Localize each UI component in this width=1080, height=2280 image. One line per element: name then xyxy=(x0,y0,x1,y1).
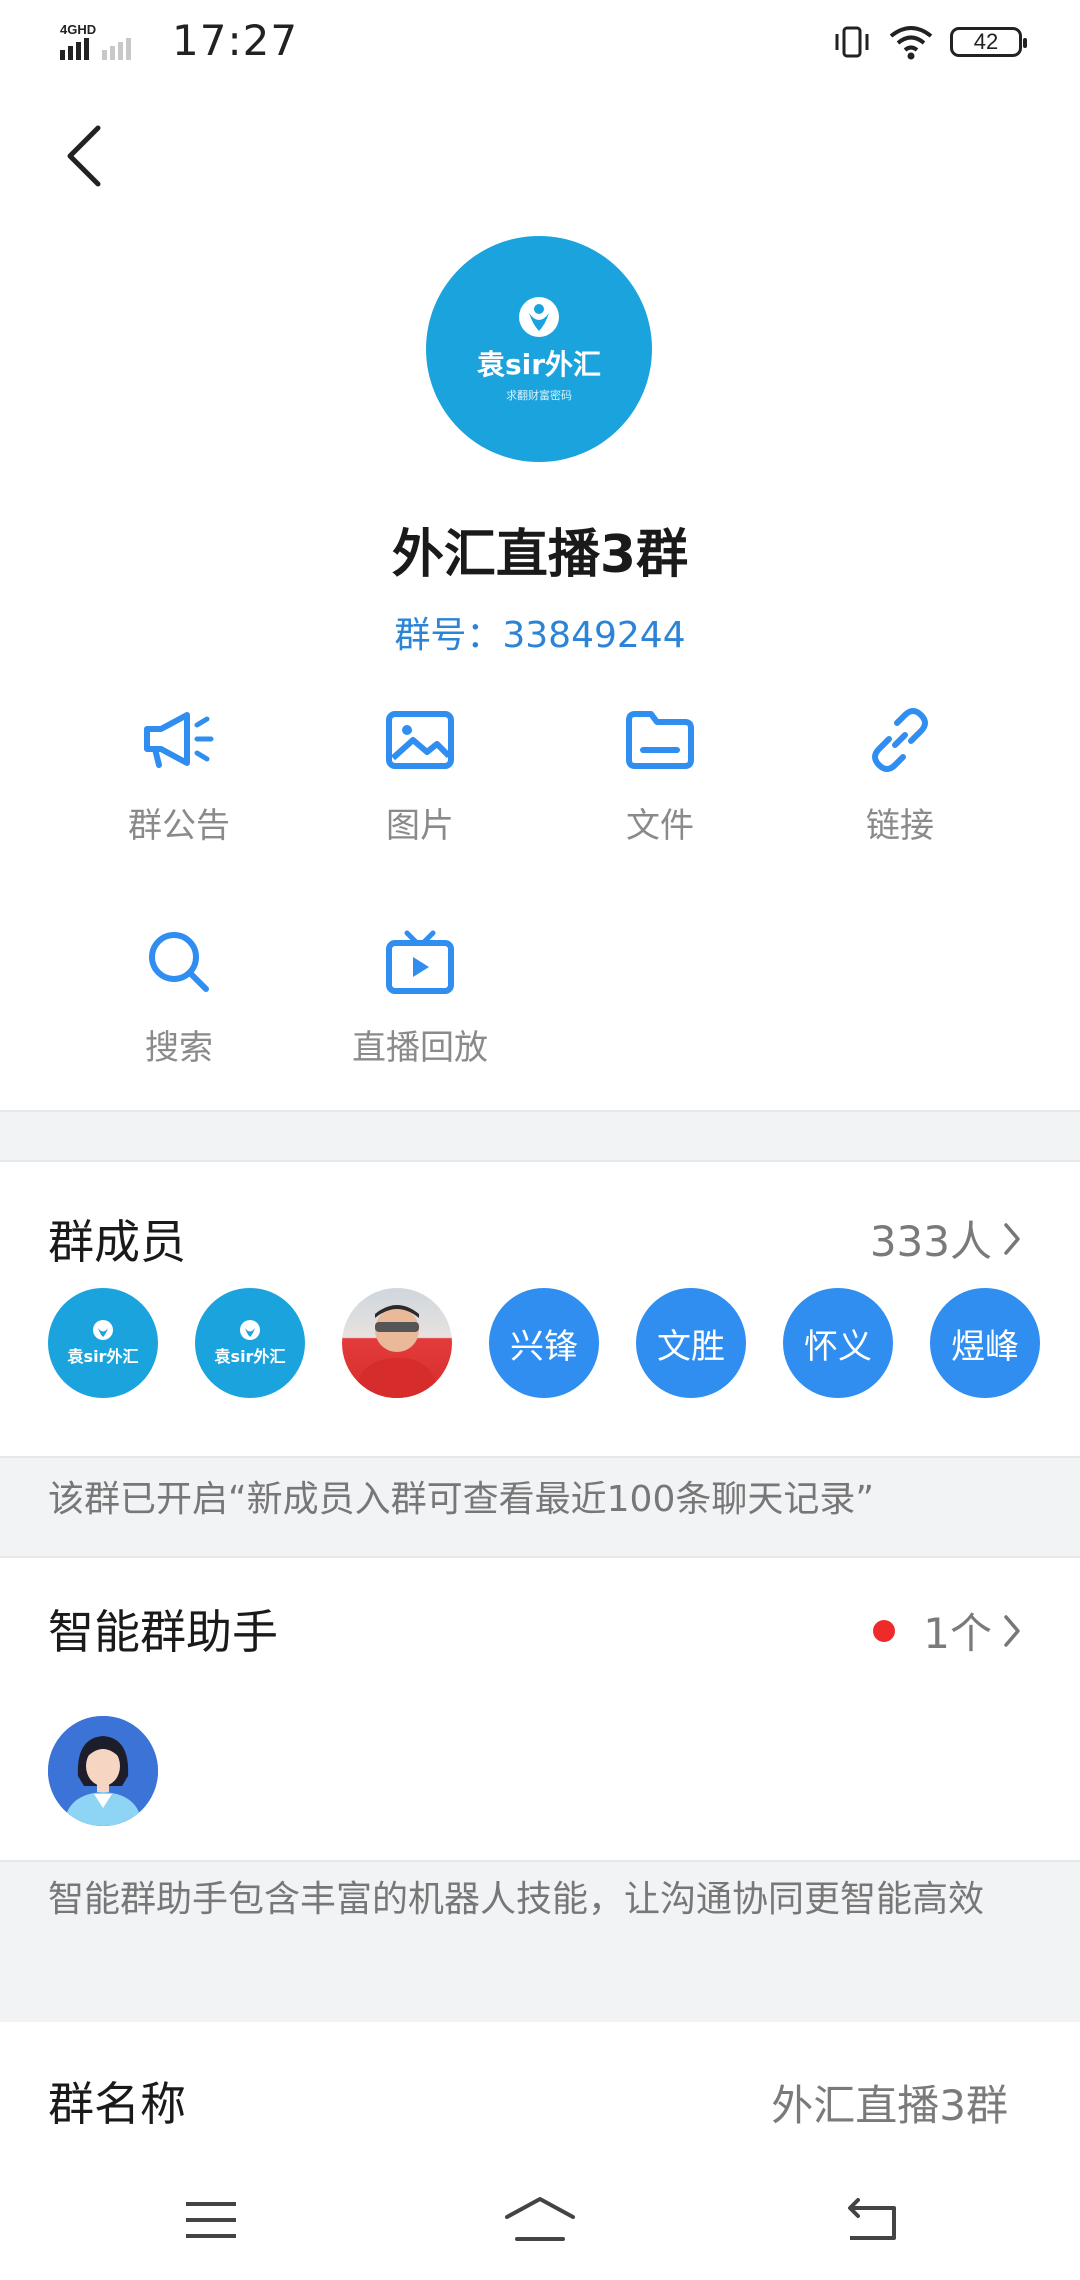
links-button[interactable]: 链接 xyxy=(800,700,1000,847)
tv-icon xyxy=(386,930,454,994)
back-nav-icon xyxy=(848,2198,896,2240)
images-button[interactable]: 图片 xyxy=(320,700,520,847)
group-name-value: 外汇直播3群 xyxy=(771,2081,1008,2130)
group-name-label: 群名称 xyxy=(48,2077,186,2131)
member-avatar[interactable]: 怀义 xyxy=(783,1288,893,1398)
battery-indicator: 42 xyxy=(950,27,1027,57)
group-name-row[interactable]: 外汇直播3群 xyxy=(771,2072,1008,2133)
wifi-icon xyxy=(889,26,933,60)
member-avatar-brand: 袁sir外汇 xyxy=(214,1347,286,1366)
live-replay-label: 直播回放 xyxy=(352,1028,488,1068)
member-initials: 兴锋 xyxy=(510,1326,578,1367)
divider xyxy=(0,1160,1080,1162)
menu-icon xyxy=(186,2202,236,2238)
members-count: 333人 xyxy=(869,1217,992,1266)
assistant-count: 1个 xyxy=(923,1609,992,1658)
group-avatar[interactable]: 袁sir外汇 求翻财富密码 xyxy=(426,236,652,462)
members-count-link[interactable]: 333人 xyxy=(870,1208,1022,1269)
assistant-title: 智能群助手 xyxy=(48,1605,278,1659)
section-gap xyxy=(0,1110,1080,1162)
back-arrow-icon xyxy=(67,125,101,187)
group-id[interactable]: 群号：33849244 xyxy=(0,606,1080,658)
folder-icon xyxy=(626,711,694,769)
member-initials: 文胜 xyxy=(657,1326,725,1367)
group-name-heading: 外汇直播3群 xyxy=(391,525,689,585)
search-button[interactable]: 搜索 xyxy=(79,922,279,1069)
chevron-right-icon xyxy=(1004,1222,1020,1255)
member-avatar[interactable]: 兴锋 xyxy=(489,1288,599,1398)
person-photo-icon xyxy=(356,1305,438,1398)
search-icon xyxy=(149,932,209,992)
divider xyxy=(0,1110,1080,1112)
member-avatar-photo[interactable] xyxy=(342,1288,452,1398)
assistant-person-icon xyxy=(48,1716,158,1826)
history-notice-text: 该群已开启“新成员入群可查看最近100条聊天记录” xyxy=(48,1479,875,1520)
member-initials: 怀义 xyxy=(804,1326,872,1367)
assistant-description: 智能群助手包含丰富的机器人技能，让沟通协同更智能高效 xyxy=(48,1879,985,1920)
member-avatar[interactable]: 文胜 xyxy=(636,1288,746,1398)
section-gap xyxy=(0,1974,1080,2022)
divider xyxy=(0,1556,1080,1558)
network-type-label: 4GHD xyxy=(60,22,96,37)
signal-icon: 4GHD xyxy=(60,22,131,60)
divider xyxy=(0,1860,1080,1862)
brand-logo-icon xyxy=(93,1320,113,1340)
menu-nav-button[interactable] xyxy=(161,2180,261,2260)
group-avatar-brand: 袁sir外汇 xyxy=(476,348,602,381)
assistant-count-link[interactable]: 1个 xyxy=(873,1600,1022,1661)
assistant-avatar[interactable] xyxy=(48,1716,158,1826)
vibrate-icon xyxy=(835,26,869,58)
back-nav-button[interactable] xyxy=(820,2180,920,2260)
system-nav-bar xyxy=(0,2160,1080,2280)
member-avatar[interactable]: 袁sir外汇 xyxy=(195,1288,305,1398)
image-icon xyxy=(386,711,454,769)
back-button[interactable] xyxy=(58,118,110,194)
battery-level: 42 xyxy=(973,29,999,54)
link-icon xyxy=(872,708,928,772)
brand-logo-icon xyxy=(240,1320,260,1340)
announcement-label: 群公告 xyxy=(128,806,230,846)
clock: 17:27 xyxy=(172,16,299,65)
members-title: 群成员 xyxy=(48,1215,186,1269)
status-icons: 42 xyxy=(832,20,1027,64)
links-label: 链接 xyxy=(866,806,934,846)
files-label: 文件 xyxy=(626,806,694,846)
unread-dot xyxy=(873,1619,896,1642)
search-label: 搜索 xyxy=(145,1028,213,1068)
images-label: 图片 xyxy=(386,806,454,846)
files-button[interactable]: 文件 xyxy=(560,700,760,847)
member-avatar[interactable]: 袁sir外汇 xyxy=(48,1288,158,1398)
member-avatar-brand: 袁sir外汇 xyxy=(67,1347,139,1366)
megaphone-icon xyxy=(144,712,214,768)
announcement-button[interactable]: 群公告 xyxy=(79,700,279,847)
live-replay-button[interactable]: 直播回放 xyxy=(320,922,520,1069)
home-nav-button[interactable] xyxy=(490,2180,590,2260)
status-bar: 4GHD 17:27 42 xyxy=(0,0,1080,80)
group-avatar-tagline: 求翻财富密码 xyxy=(506,389,572,402)
brand-logo-icon xyxy=(519,297,559,337)
member-initials: 煜峰 xyxy=(951,1326,1019,1367)
home-icon xyxy=(505,2197,575,2241)
divider xyxy=(0,1456,1080,1458)
member-avatar[interactable]: 煜峰 xyxy=(930,1288,1040,1398)
chevron-right-icon xyxy=(1004,1614,1020,1647)
